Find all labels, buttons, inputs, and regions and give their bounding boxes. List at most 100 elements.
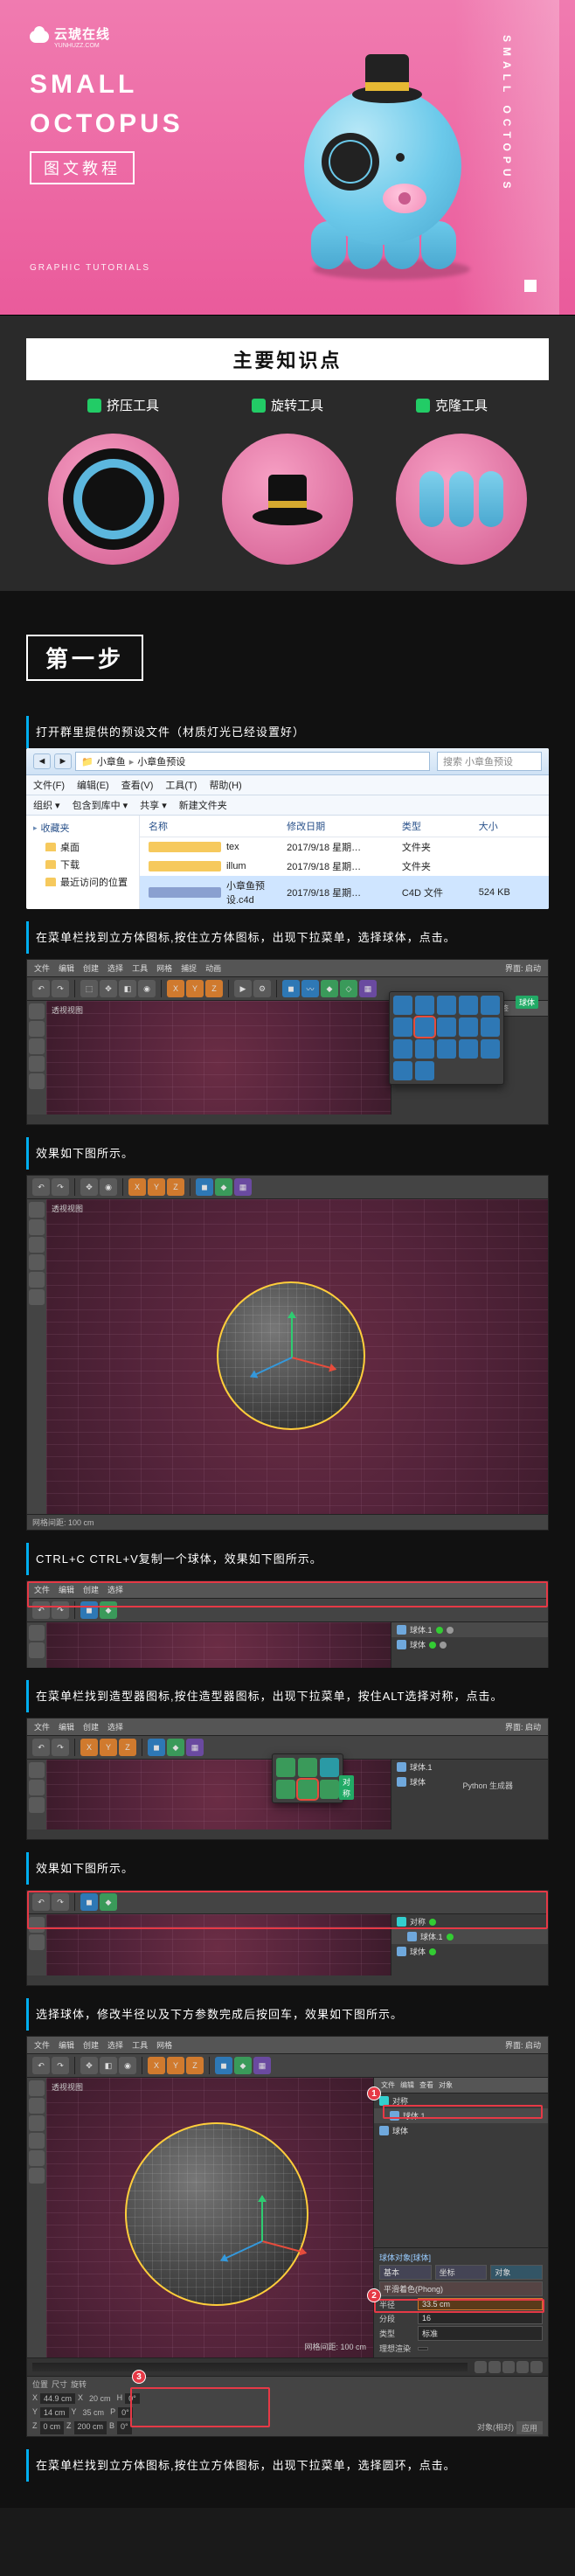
to-start-icon[interactable] (475, 2361, 487, 2373)
tb-share[interactable]: 共享 ▾ (140, 798, 167, 812)
obj-sphere1-nested[interactable]: 球体.1 (391, 1929, 548, 1944)
oiltank-icon[interactable] (481, 1017, 500, 1037)
obj-sphere[interactable]: 球体 (374, 2123, 548, 2138)
apply-button[interactable]: 应用 (516, 2421, 543, 2434)
render-icon[interactable]: ▶ (234, 980, 252, 997)
tb-include-lib[interactable]: 包含到库中 ▾ (73, 798, 128, 812)
rotate-icon[interactable]: ◉ (138, 980, 156, 997)
cube-primitive-icon[interactable]: ◼ (282, 980, 300, 997)
menu-tools[interactable]: 工具(T) (165, 778, 197, 792)
metaball-icon[interactable] (276, 1780, 295, 1799)
capsule-icon[interactable] (459, 1017, 478, 1037)
axis-y-icon[interactable]: Y (186, 980, 204, 997)
clone-icon (416, 399, 430, 413)
landscape-icon[interactable] (481, 1039, 500, 1059)
crumb-1[interactable]: 小章鱼预设 (137, 754, 185, 768)
point-mode-icon[interactable] (29, 1038, 45, 1054)
c4d-viewport[interactable]: 透视视图 (46, 1001, 391, 1114)
ideal-checkbox[interactable] (418, 2347, 428, 2350)
size-x-input[interactable]: 20 cm (86, 2393, 114, 2404)
polygon-icon[interactable] (393, 1017, 412, 1037)
obj-sphere[interactable]: 球体 (391, 1944, 548, 1959)
tutorial-body: 第一步 打开群里提供的预设文件（材质灯光已经设置好） ◄ ► 📁 小章鱼 ▸ 小… (0, 591, 575, 2508)
c4d-viewport[interactable]: 透视视图 网格间距: 100 cm (46, 2078, 373, 2357)
nav-back-button[interactable]: ◄ (33, 753, 51, 769)
size-y-input[interactable]: 35 cm (80, 2407, 108, 2418)
tube-icon[interactable] (393, 1039, 412, 1059)
timeline-track[interactable] (32, 2363, 468, 2371)
grid-spacing: 网格间距: 100 cm (304, 2341, 366, 2352)
col-date[interactable]: 修改日期 (287, 819, 402, 833)
render-settings-icon[interactable]: ⚙ (253, 980, 271, 997)
file-row-c4d[interactable]: 小章鱼预设.c4d 2017/9/18 星期…C4D 文件524 KB (140, 876, 549, 909)
crumb-0[interactable]: 小章鱼 (97, 754, 126, 768)
menu-edit[interactable]: 编辑(E) (77, 778, 109, 792)
guide-icon[interactable] (415, 1061, 434, 1080)
menu-view[interactable]: 查看(V) (121, 778, 154, 792)
instance-icon[interactable] (320, 1758, 339, 1777)
platonic-icon[interactable] (437, 1039, 456, 1059)
cube-icon[interactable] (393, 996, 412, 1015)
layout-select[interactable]: 界面: 启动 (505, 962, 541, 974)
obj-sphere[interactable]: 球体 (391, 1637, 548, 1652)
side-desktop[interactable]: 桌面 (33, 838, 132, 856)
deformer-icon[interactable]: ◇ (340, 980, 357, 997)
rotate-icon (252, 399, 266, 413)
array-icon[interactable] (276, 1758, 295, 1777)
menu-help[interactable]: 帮助(H) (209, 778, 241, 792)
tb-new-folder[interactable]: 新建文件夹 (179, 798, 227, 812)
type-select[interactable]: 标准 (418, 2326, 543, 2341)
cone-icon[interactable] (415, 996, 434, 1015)
menu-file[interactable]: 文件(F) (33, 778, 65, 792)
poly-mode-icon[interactable] (29, 1073, 45, 1089)
undo-icon[interactable]: ↶ (32, 980, 50, 997)
segments-input[interactable]: 16 (418, 2312, 543, 2324)
redo-icon[interactable]: ↷ (52, 980, 69, 997)
model-mode-icon[interactable] (29, 1003, 45, 1019)
pyramid-icon[interactable] (415, 1039, 434, 1059)
scale-icon[interactable]: ◧ (119, 980, 136, 997)
prev-frame-icon[interactable] (488, 2361, 501, 2373)
move-icon[interactable]: ✥ (100, 980, 117, 997)
cylinder-icon[interactable] (437, 996, 456, 1015)
next-frame-icon[interactable] (516, 2361, 529, 2373)
axis-x-icon[interactable]: X (167, 980, 184, 997)
to-end-icon[interactable] (530, 2361, 543, 2373)
sphere-mesh[interactable] (125, 2122, 308, 2306)
generator-icon[interactable]: ◆ (321, 980, 338, 997)
python-icon[interactable] (320, 1780, 339, 1799)
c4d-viewport[interactable]: 透视视图 (46, 1199, 548, 1514)
boole-icon[interactable] (298, 1758, 317, 1777)
address-bar[interactable]: 📁 小章鱼 ▸ 小章鱼预设 (75, 752, 430, 771)
relief-icon[interactable] (393, 1061, 412, 1080)
side-download[interactable]: 下载 (33, 856, 132, 873)
col-size[interactable]: 大小 (479, 819, 540, 833)
explorer-search[interactable]: 搜索 小章鱼预设 (437, 752, 542, 771)
edge-mode-icon[interactable] (29, 1056, 45, 1072)
plane-icon[interactable] (481, 996, 500, 1015)
figure-icon[interactable] (459, 1039, 478, 1059)
col-name[interactable]: 名称 (149, 819, 287, 833)
select-icon[interactable]: ⬚ (80, 980, 98, 997)
play-icon[interactable] (502, 2361, 515, 2373)
obj-sphere1[interactable]: 球体.1 (391, 1760, 548, 1774)
sphere-icon[interactable] (415, 1017, 434, 1037)
array-icon[interactable]: ▦ (359, 980, 377, 997)
side-favorites[interactable]: 收藏夹 (33, 821, 132, 835)
object-mode-icon[interactable] (29, 1021, 45, 1037)
c4d-shot-2: ↶↷ ✥◉ XYZ ◼◆▦ 透视视图 网格间距: 100 cm (26, 1175, 549, 1531)
axis-z-icon[interactable]: Z (205, 980, 223, 997)
obj-sphere1[interactable]: 球体.1 (391, 1622, 548, 1637)
nav-fwd-button[interactable]: ► (54, 753, 72, 769)
symmetry-icon[interactable] (298, 1780, 317, 1799)
disc-icon[interactable] (459, 996, 478, 1015)
coord-mode[interactable]: 对象(相对) (477, 2421, 514, 2434)
side-recent[interactable]: 最近访问的位置 (33, 873, 132, 891)
spline-icon[interactable]: 〰 (301, 980, 319, 997)
col-type[interactable]: 类型 (402, 819, 479, 833)
file-row-tex[interactable]: tex 2017/9/18 星期…文件夹 (140, 837, 549, 857)
tb-organize[interactable]: 组织 ▾ (33, 798, 60, 812)
file-row-illum[interactable]: illum 2017/9/18 星期…文件夹 (140, 857, 549, 876)
torus-icon[interactable] (437, 1017, 456, 1037)
kp-label-extrude: 挤压工具 (107, 396, 159, 414)
